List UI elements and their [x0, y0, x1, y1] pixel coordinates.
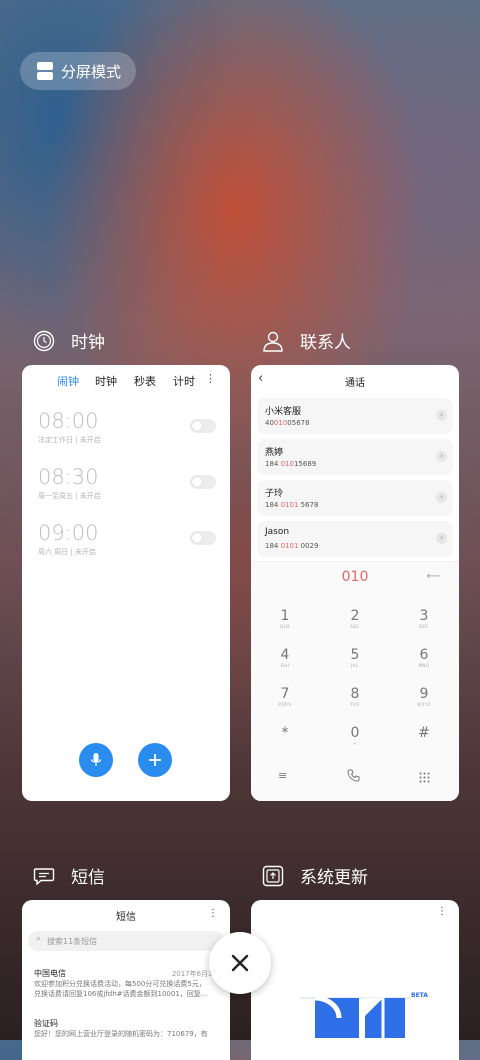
clock-tabs: 闹钟 时钟 秒表 计时 ⋮: [22, 372, 230, 401]
alarm-item[interactable]: 08:30 周一至周五 | 未开启: [38, 465, 216, 513]
updater-app-title: 系统更新: [300, 868, 368, 888]
split-screen-icon: [37, 62, 53, 80]
sms-thread[interactable]: 验证码 您好！您的网上营业厅登录的随机密码为：710679，有: [34, 1018, 224, 1039]
alarm-time: 08:00: [38, 409, 99, 433]
dial-key[interactable]: 4 GHI: [265, 647, 305, 668]
backspace-icon[interactable]: ⟵: [427, 571, 441, 582]
dial-key[interactable]: 9 WXYZ: [404, 686, 444, 707]
alarm-time: 08:30: [38, 465, 99, 489]
tab-alarm[interactable]: 闹钟: [57, 373, 79, 389]
dial-key[interactable]: 0 +: [335, 725, 375, 746]
alarm-desc: 周一至周五 | 未开启: [38, 492, 101, 500]
close-icon: [231, 954, 249, 972]
messages-card[interactable]: 短信 ⋮ ⌕ 搜索11条短信 中国电信 2017年6月30日 欢迎参加积分兑换话…: [22, 900, 230, 1060]
alarm-desc: 周六 周日 | 未开启: [38, 548, 97, 556]
contacts-screen-title: 通话: [345, 378, 365, 389]
contacts-app-header[interactable]: 联系人: [262, 328, 351, 353]
search-icon: ⌕: [36, 934, 42, 944]
chevron-right-icon[interactable]: ›: [436, 492, 447, 503]
more-menu-icon[interactable]: ⋮: [205, 372, 216, 385]
clock-app-title: 时钟: [71, 333, 105, 353]
contact-row[interactable]: 小米客服 4001005678 ›: [257, 398, 453, 434]
tab-stopwatch[interactable]: 秒表: [134, 373, 156, 389]
messages-screen-title: 短信: [116, 912, 136, 923]
clock-card[interactable]: 闹钟 时钟 秒表 计时 ⋮ 08:00 法定工作日 | 未开启 08:30 周一…: [22, 365, 230, 801]
dialpad-icon[interactable]: [419, 768, 430, 787]
more-menu-icon[interactable]: ⋮: [437, 906, 447, 917]
contact-name: Jason: [265, 527, 290, 537]
contact-name: 小米客服: [265, 407, 302, 417]
contact-number: 4001005678: [265, 419, 310, 427]
contact-name: 子玲: [265, 489, 284, 499]
dial-key[interactable]: 1 QLD: [265, 608, 305, 629]
add-alarm-button[interactable]: [138, 743, 172, 777]
alarm-item[interactable]: 09:00 周六 周日 | 未开启: [38, 521, 216, 569]
person-icon: [262, 330, 284, 352]
messages-app-title: 短信: [71, 868, 105, 888]
dial-key[interactable]: 7 PQRS: [265, 686, 305, 707]
plus-icon: [149, 754, 161, 766]
contact-row[interactable]: 子玲 184 0101 5678 ›: [257, 480, 453, 516]
microphone-icon: [90, 753, 102, 766]
messages-app-header[interactable]: 短信: [33, 863, 105, 888]
clear-all-button[interactable]: [209, 932, 271, 994]
dial-key[interactable]: 5 JKL: [335, 647, 375, 668]
sms-thread[interactable]: 中国电信 2017年6月30日 欢迎参加积分兑换话费活动，每500分可兑换话费5…: [34, 968, 224, 999]
voice-alarm-button[interactable]: [79, 743, 113, 777]
contact-name: 燕婷: [265, 448, 284, 458]
contacts-card[interactable]: ‹ 通话 小米客服 4001005678 › 燕婷 184 01015689 ›…: [251, 365, 459, 801]
clock-app-header[interactable]: 时钟: [33, 328, 105, 353]
dial-key[interactable]: 3 DEF: [404, 608, 444, 629]
beta-label: BETA: [411, 992, 428, 999]
tab-timer[interactable]: 计时: [173, 373, 195, 389]
menu-icon[interactable]: ≡: [278, 769, 287, 782]
phone-call-icon[interactable]: [347, 767, 360, 786]
split-screen-button[interactable]: 分屏模式: [20, 52, 136, 90]
dial-key[interactable]: 6 MNO: [404, 647, 444, 668]
alarm-toggle[interactable]: [190, 419, 216, 433]
sms-sender: 验证码: [34, 1019, 58, 1028]
dial-key[interactable]: 2 ABC: [335, 608, 375, 629]
alarm-time: 09:00: [38, 521, 99, 545]
dial-key[interactable]: #: [404, 725, 444, 741]
system-update-icon: [262, 865, 284, 887]
alarm-toggle[interactable]: [190, 531, 216, 545]
tab-clock[interactable]: 时钟: [95, 373, 117, 389]
dial-key[interactable]: 8 TUV: [335, 686, 375, 707]
chevron-right-icon[interactable]: ›: [436, 410, 447, 421]
alarm-item[interactable]: 08:00 法定工作日 | 未开启: [38, 409, 216, 457]
sms-search-placeholder: 搜索11条短信: [47, 937, 98, 946]
sms-preview: 您好！您的网上营业厅登录的随机密码为：710679，有: [34, 1030, 208, 1038]
contact-row[interactable]: Jason 184 0101 0029 ›: [257, 521, 453, 557]
sms-preview: 欢迎参加积分兑换话费活动，每500分可兑换话费5元，: [34, 980, 206, 988]
dialpad: 010 ⟵ 1 QLD 2 ABC 3 DEF 4 GHI 5 JKL 6 MNO 7 PQR…: [251, 561, 459, 801]
contact-number: 184 0101 5678: [265, 501, 319, 509]
message-bubble-icon: [33, 865, 55, 887]
split-screen-label: 分屏模式: [61, 62, 122, 81]
clock-icon: [33, 330, 55, 352]
updater-app-header[interactable]: 系统更新: [262, 863, 368, 888]
alarm-desc: 法定工作日 | 未开启: [38, 436, 101, 444]
alarm-toggle[interactable]: [190, 475, 216, 489]
sms-preview: 兑换话费请回复106或jfdh#话费金额到10001，回复...: [34, 990, 208, 998]
dial-key[interactable]: *: [265, 725, 305, 741]
contact-number: 184 01015689: [265, 460, 317, 468]
contacts-app-title: 联系人: [300, 333, 351, 353]
contact-row[interactable]: 燕婷 184 01015689 ›: [257, 439, 453, 475]
miui-update-logo: [299, 995, 411, 1038]
updater-card[interactable]: ⋮ BETA: [251, 900, 459, 1060]
contact-number: 184 0101 0029: [265, 542, 319, 550]
chevron-right-icon[interactable]: ›: [436, 451, 447, 462]
chevron-right-icon[interactable]: ›: [436, 533, 447, 544]
more-menu-icon[interactable]: ⋮: [208, 908, 218, 919]
sms-search-input[interactable]: ⌕ 搜索11条短信: [28, 931, 224, 951]
